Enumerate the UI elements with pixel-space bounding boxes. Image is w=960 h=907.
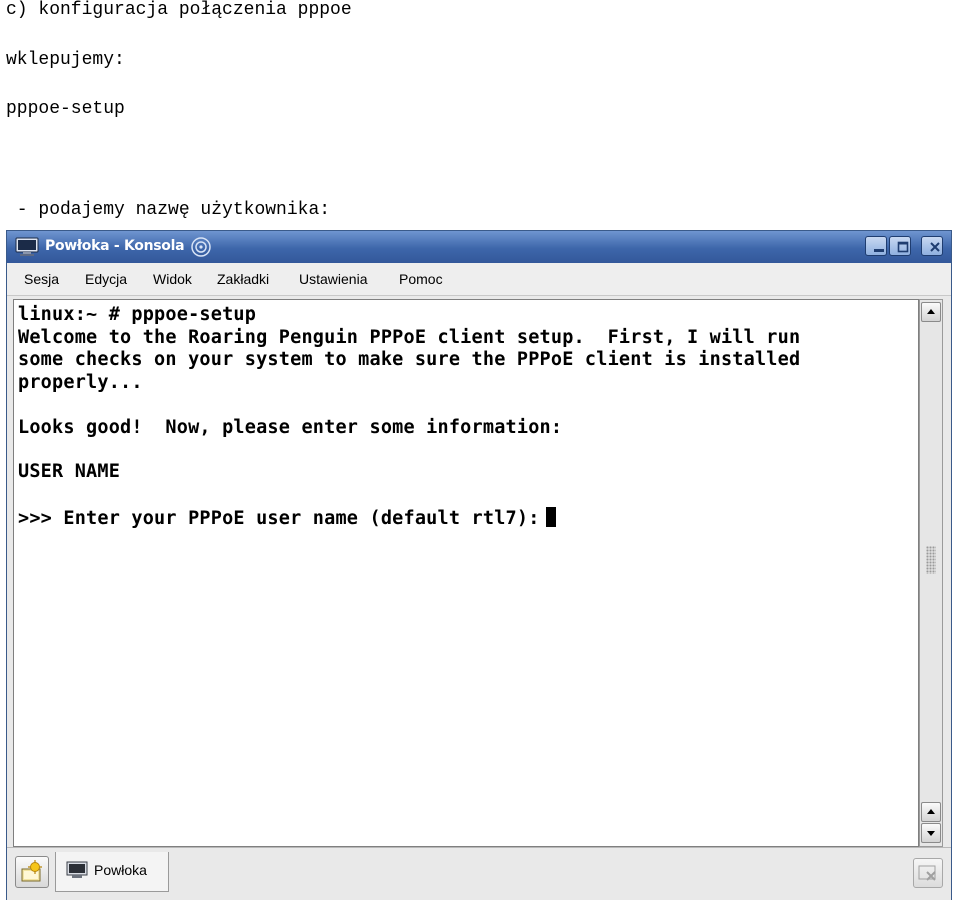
minimize-button[interactable]: [865, 236, 887, 256]
session-tabbar: Powłoka: [7, 847, 951, 900]
scroll-up-button[interactable]: [921, 302, 941, 322]
menu-widok[interactable]: Widok: [153, 271, 192, 287]
tab-powloka[interactable]: Powłoka: [55, 852, 169, 892]
swirl-icon: [189, 235, 213, 259]
terminal-icon: [15, 237, 39, 257]
close-tab-button[interactable]: [913, 858, 943, 888]
minimize-icon: [874, 249, 884, 252]
maximize-icon: [897, 241, 909, 253]
tab-label: Powłoka: [94, 862, 147, 878]
terminal-line: some checks on your system to make sure …: [18, 349, 801, 370]
maximize-button[interactable]: [889, 236, 911, 256]
document-step: - podajemy nazwę użytkownika:: [6, 200, 331, 220]
scroll-up-button-lower[interactable]: [921, 802, 941, 822]
scroll-down-button[interactable]: [921, 823, 941, 843]
terminal-line: USER NAME: [18, 461, 121, 482]
terminal-line: Looks good! Now, please enter some infor…: [18, 417, 563, 438]
menu-zakladki[interactable]: Zakładki: [217, 271, 269, 287]
menu-edycja[interactable]: Edycja: [85, 271, 127, 287]
terminal-cursor: [545, 507, 556, 527]
menubar: Sesja Edycja Widok Zakładki Ustawienia P…: [7, 263, 951, 296]
terminal-icon: [66, 861, 88, 879]
menu-sesja[interactable]: Sesja: [24, 271, 59, 287]
document-heading: c) konfiguracja połączenia pppoe: [6, 0, 352, 20]
close-tab-icon: [918, 865, 936, 881]
menu-ustawienia[interactable]: Ustawienia: [299, 271, 367, 287]
close-button[interactable]: [921, 236, 943, 256]
new-session-icon: [21, 860, 42, 882]
scroll-grip[interactable]: [926, 546, 936, 574]
arrow-up-icon: [927, 309, 935, 314]
vertical-scrollbar[interactable]: [919, 299, 943, 847]
konsole-window: Powłoka - Konsola Sesja Edycja Widok Zak…: [6, 230, 952, 900]
window-title: Powłoka - Konsola: [45, 238, 185, 254]
arrow-down-icon: [927, 831, 935, 836]
menu-pomoc[interactable]: Pomoc: [399, 271, 443, 287]
terminal-line: Welcome to the Roaring Penguin PPPoE cli…: [18, 327, 801, 348]
arrow-up-icon: [927, 809, 935, 814]
document-command: pppoe-setup: [6, 99, 125, 119]
terminal-line: linux:~ # pppoe-setup: [18, 304, 257, 325]
document-instruction: wklepujemy:: [6, 50, 125, 70]
terminal-prompt: >>> Enter your PPPoE user name (default …: [18, 508, 540, 529]
window-titlebar[interactable]: Powłoka - Konsola: [7, 231, 951, 263]
terminal-prompt-line: >>> Enter your PPPoE user name (default …: [18, 507, 556, 530]
terminal-output[interactable]: linux:~ # pppoe-setup Welcome to the Roa…: [13, 299, 919, 847]
close-icon: [930, 242, 940, 252]
new-session-button[interactable]: [15, 856, 49, 888]
terminal-line: properly...: [18, 372, 143, 393]
